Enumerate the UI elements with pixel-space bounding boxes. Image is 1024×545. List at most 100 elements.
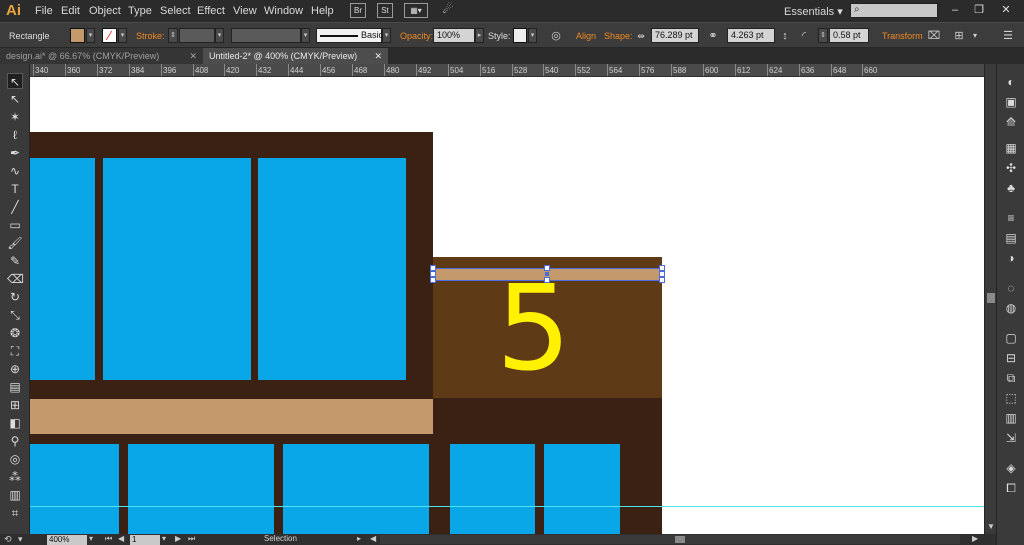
window-pane[interactable] bbox=[30, 158, 95, 380]
workspace-switcher[interactable]: Essentials ▾ bbox=[784, 5, 843, 18]
close-button[interactable]: ✕ bbox=[999, 3, 1013, 17]
graphic-styles-icon[interactable]: ◍ bbox=[1003, 300, 1019, 316]
zoom-field[interactable]: 400% bbox=[47, 535, 87, 545]
current-tool-status[interactable]: Selection bbox=[264, 534, 297, 543]
fill-dropdown[interactable]: ▾ bbox=[86, 28, 95, 43]
transform-label[interactable]: Transform bbox=[882, 31, 923, 41]
chevron-down-icon[interactable]: ▾ bbox=[968, 29, 982, 43]
menu-select[interactable]: Select bbox=[160, 5, 191, 17]
selection-handle[interactable] bbox=[659, 277, 665, 283]
shape-builder-tool-icon[interactable]: ⊕ bbox=[7, 361, 23, 377]
horizontal-scroll-thumb[interactable] bbox=[675, 536, 685, 543]
align-label[interactable]: Align bbox=[576, 31, 596, 41]
stroke-swatch[interactable]: ⁄ bbox=[102, 28, 117, 43]
direct-selection-tool-icon[interactable]: ↖ bbox=[7, 91, 23, 107]
isolate-object-icon[interactable]: ⌧ bbox=[927, 29, 941, 43]
recolor-artwork-icon[interactable]: ◎ bbox=[549, 29, 563, 43]
pencil-tool-icon[interactable]: ✎ bbox=[7, 253, 23, 269]
opacity-field[interactable]: 100% bbox=[433, 28, 475, 43]
magic-wand-tool-icon[interactable]: ✶ bbox=[7, 109, 23, 125]
appearance-icon[interactable]: ◌ bbox=[1003, 280, 1019, 296]
minimize-button[interactable]: – bbox=[948, 3, 962, 17]
lasso-tool-icon[interactable]: ℓ bbox=[7, 127, 23, 143]
links-icon[interactable]: ⧠ bbox=[1003, 480, 1019, 496]
tab-untitled-2[interactable]: Untitled-2* @ 400% (CMYK/Preview) ✕ bbox=[203, 48, 388, 64]
mesh-tool-icon[interactable]: ⊞ bbox=[7, 397, 23, 413]
window-pane[interactable] bbox=[128, 444, 274, 534]
status-menu-arrow[interactable]: ▸ bbox=[357, 534, 361, 543]
rotate-tool-icon[interactable]: ↻ bbox=[7, 289, 23, 305]
brush-definition[interactable]: Basic bbox=[316, 28, 383, 43]
scroll-right-arrow[interactable]: ▶ bbox=[972, 534, 978, 543]
corner-radius-stepper[interactable]: ⇕ bbox=[818, 28, 828, 43]
graphic-style-swatch[interactable] bbox=[513, 28, 527, 43]
restore-button[interactable]: ❐ bbox=[972, 3, 986, 17]
blend-tool-icon[interactable]: ◎ bbox=[7, 451, 23, 467]
stroke-weight-stepper[interactable]: ⇕ bbox=[168, 28, 178, 43]
scale-tool-icon[interactable]: ⤡ bbox=[7, 307, 23, 323]
selection-handle[interactable] bbox=[430, 277, 436, 283]
gradient-tool-icon[interactable]: ◧ bbox=[7, 415, 23, 431]
symbol-sprayer-tool-icon[interactable]: ⁂ bbox=[7, 469, 23, 485]
horizontal-ruler[interactable]: 340 360 372 384 396 408 420 432 444 456 468 480 492 5… bbox=[30, 64, 984, 77]
pathfinder-icon[interactable]: ⧉ bbox=[1003, 370, 1019, 386]
fill-swatch[interactable] bbox=[70, 28, 85, 43]
constrain-proportions-icon[interactable]: ⚭ bbox=[706, 29, 720, 43]
stroke-weight-dropdown[interactable]: ▾ bbox=[215, 28, 224, 43]
window-pane[interactable] bbox=[544, 444, 620, 534]
first-artboard-button[interactable]: ⏮ bbox=[105, 534, 112, 544]
menu-help[interactable]: Help bbox=[311, 5, 334, 17]
artboard-number-field[interactable]: 1 bbox=[130, 535, 160, 545]
artboard-canvas[interactable]: 5 bbox=[30, 77, 984, 534]
transform-panel-icon[interactable]: ⬚ bbox=[1003, 390, 1019, 406]
stroke-color-dropdown[interactable]: ▾ bbox=[118, 28, 127, 43]
align-panel-icon[interactable]: ⊟ bbox=[1003, 350, 1019, 366]
color-panel-icon[interactable]: ◐ bbox=[1003, 74, 1019, 90]
window-pane[interactable] bbox=[450, 444, 535, 534]
scroll-down-arrow[interactable]: ▼ bbox=[987, 522, 995, 531]
brush-dropdown[interactable]: ▾ bbox=[382, 28, 391, 43]
opacity-dropdown[interactable]: ▸ bbox=[475, 28, 484, 43]
bridge-icon[interactable]: Br bbox=[350, 3, 366, 18]
width-field[interactable]: 76.289 pt bbox=[651, 28, 699, 43]
previous-artboard-button[interactable]: ◀ bbox=[118, 534, 124, 543]
vertical-scrollbar[interactable]: ▼ bbox=[984, 64, 996, 534]
next-artboard-button[interactable]: ▶ bbox=[175, 534, 181, 543]
menu-file[interactable]: File bbox=[35, 5, 53, 17]
eyedropper-tool-icon[interactable]: ⚲ bbox=[7, 433, 23, 449]
panel-menu-icon[interactable]: ☰ bbox=[1001, 29, 1015, 43]
tan-band[interactable] bbox=[30, 399, 433, 434]
close-icon[interactable]: ✕ bbox=[189, 48, 197, 64]
pen-tool-icon[interactable]: ✒ bbox=[7, 145, 23, 161]
free-transform-tool-icon[interactable]: ⛶ bbox=[7, 343, 23, 359]
window-pane[interactable] bbox=[258, 158, 406, 380]
menu-type[interactable]: Type bbox=[128, 5, 152, 17]
artboard-tool-icon[interactable]: ⌗ bbox=[7, 505, 23, 521]
paintbrush-tool-icon[interactable]: 🖌 bbox=[7, 235, 23, 251]
stock-icon[interactable]: St bbox=[377, 3, 393, 18]
arrange-documents-icon[interactable]: ▦▾ bbox=[404, 3, 428, 18]
column-graph-tool-icon[interactable]: ▥ bbox=[7, 487, 23, 503]
height-field[interactable]: 4.263 pt bbox=[727, 28, 775, 43]
rotate-view-icon[interactable]: ⟲ bbox=[4, 534, 12, 545]
tab-design[interactable]: design.ai* @ 66.67% (CMYK/Preview) ✕ bbox=[0, 48, 203, 64]
type-tool-icon[interactable]: T bbox=[7, 181, 23, 197]
eraser-tool-icon[interactable]: ⌫ bbox=[7, 271, 24, 287]
swatches-icon[interactable]: ▦ bbox=[1003, 140, 1019, 156]
last-artboard-button[interactable]: ⏭ bbox=[188, 534, 195, 544]
menu-object[interactable]: Object bbox=[89, 5, 121, 17]
number-five-text[interactable]: 5 bbox=[496, 268, 571, 388]
symbols-icon[interactable]: ♣ bbox=[1003, 180, 1019, 196]
horizontal-scrollbar[interactable] bbox=[380, 535, 960, 544]
stroke-label[interactable]: Stroke: bbox=[136, 31, 165, 41]
menu-edit[interactable]: Edit bbox=[61, 5, 80, 17]
stroke-panel-icon[interactable]: ≡ bbox=[1003, 210, 1019, 226]
warp-tool-icon[interactable]: ❂ bbox=[7, 325, 23, 341]
graphic-style-dropdown[interactable]: ▾ bbox=[528, 28, 537, 43]
perspective-grid-tool-icon[interactable]: ▤ bbox=[7, 379, 23, 395]
cc-libraries-icon[interactable]: ⟰ bbox=[1003, 114, 1019, 130]
selection-tool-icon[interactable]: ↖ bbox=[7, 73, 23, 89]
stroke-weight-field[interactable] bbox=[179, 28, 215, 43]
window-pane[interactable] bbox=[103, 158, 251, 380]
search-input[interactable]: ⌕ bbox=[850, 3, 938, 18]
